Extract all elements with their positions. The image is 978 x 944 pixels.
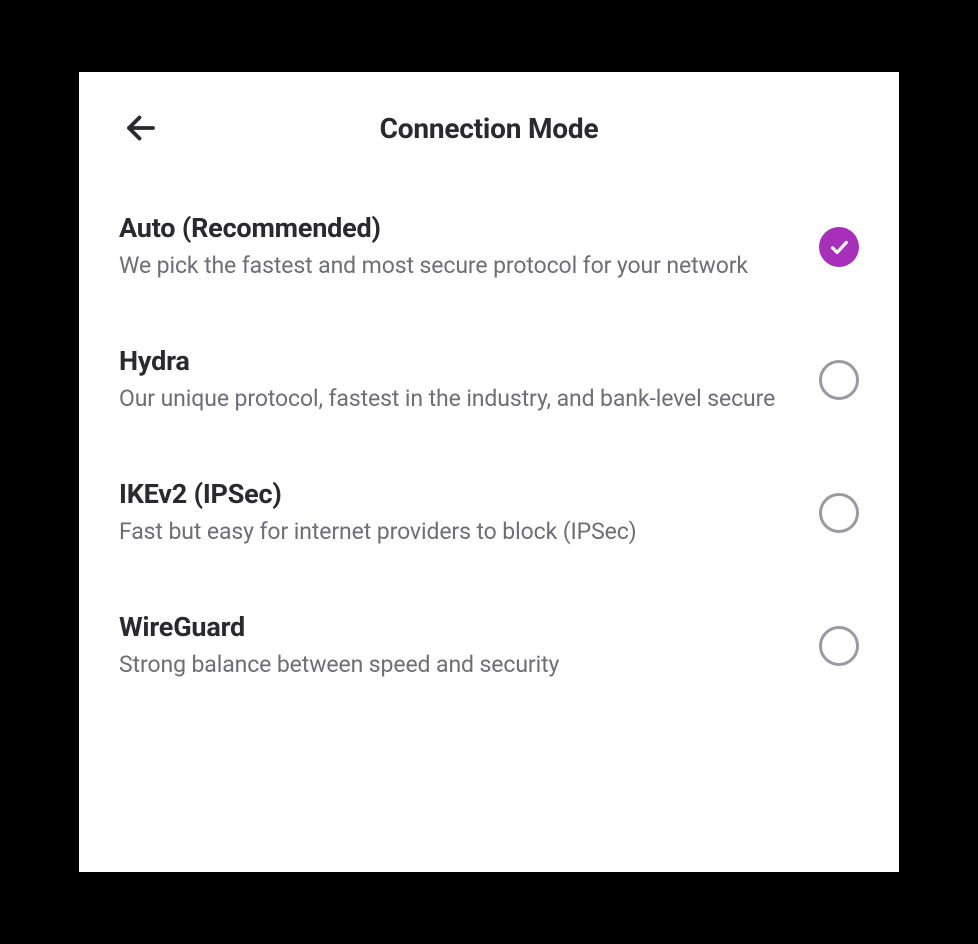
back-button[interactable] xyxy=(119,106,163,150)
option-text: Hydra Our unique protocol, fastest in th… xyxy=(119,345,795,414)
header: Connection Mode xyxy=(119,104,859,152)
option-ikev2[interactable]: IKEv2 (IPSec) Fast but easy for internet… xyxy=(119,478,859,547)
option-text: IKEv2 (IPSec) Fast but easy for internet… xyxy=(119,478,795,547)
option-wireguard[interactable]: WireGuard Strong balance between speed a… xyxy=(119,611,859,680)
option-description: Strong balance between speed and securit… xyxy=(119,649,795,680)
radio-unselected[interactable] xyxy=(819,360,859,400)
option-title: WireGuard xyxy=(119,611,795,643)
connection-mode-panel: Connection Mode Auto (Recommended) We pi… xyxy=(79,72,899,872)
radio-selected[interactable] xyxy=(819,227,859,267)
option-text: WireGuard Strong balance between speed a… xyxy=(119,611,795,680)
option-description: Fast but easy for internet providers to … xyxy=(119,516,795,547)
check-icon xyxy=(828,236,850,258)
option-description: Our unique protocol, fastest in the indu… xyxy=(119,383,795,414)
option-auto[interactable]: Auto (Recommended) We pick the fastest a… xyxy=(119,212,859,281)
option-text: Auto (Recommended) We pick the fastest a… xyxy=(119,212,795,281)
options-list: Auto (Recommended) We pick the fastest a… xyxy=(119,212,859,680)
page-title: Connection Mode xyxy=(380,112,599,145)
option-description: We pick the fastest and most secure prot… xyxy=(119,250,795,281)
option-title: IKEv2 (IPSec) xyxy=(119,478,795,510)
option-title: Auto (Recommended) xyxy=(119,212,795,244)
radio-unselected[interactable] xyxy=(819,493,859,533)
option-title: Hydra xyxy=(119,345,795,377)
arrow-left-icon xyxy=(123,110,159,146)
option-hydra[interactable]: Hydra Our unique protocol, fastest in th… xyxy=(119,345,859,414)
radio-unselected[interactable] xyxy=(819,626,859,666)
